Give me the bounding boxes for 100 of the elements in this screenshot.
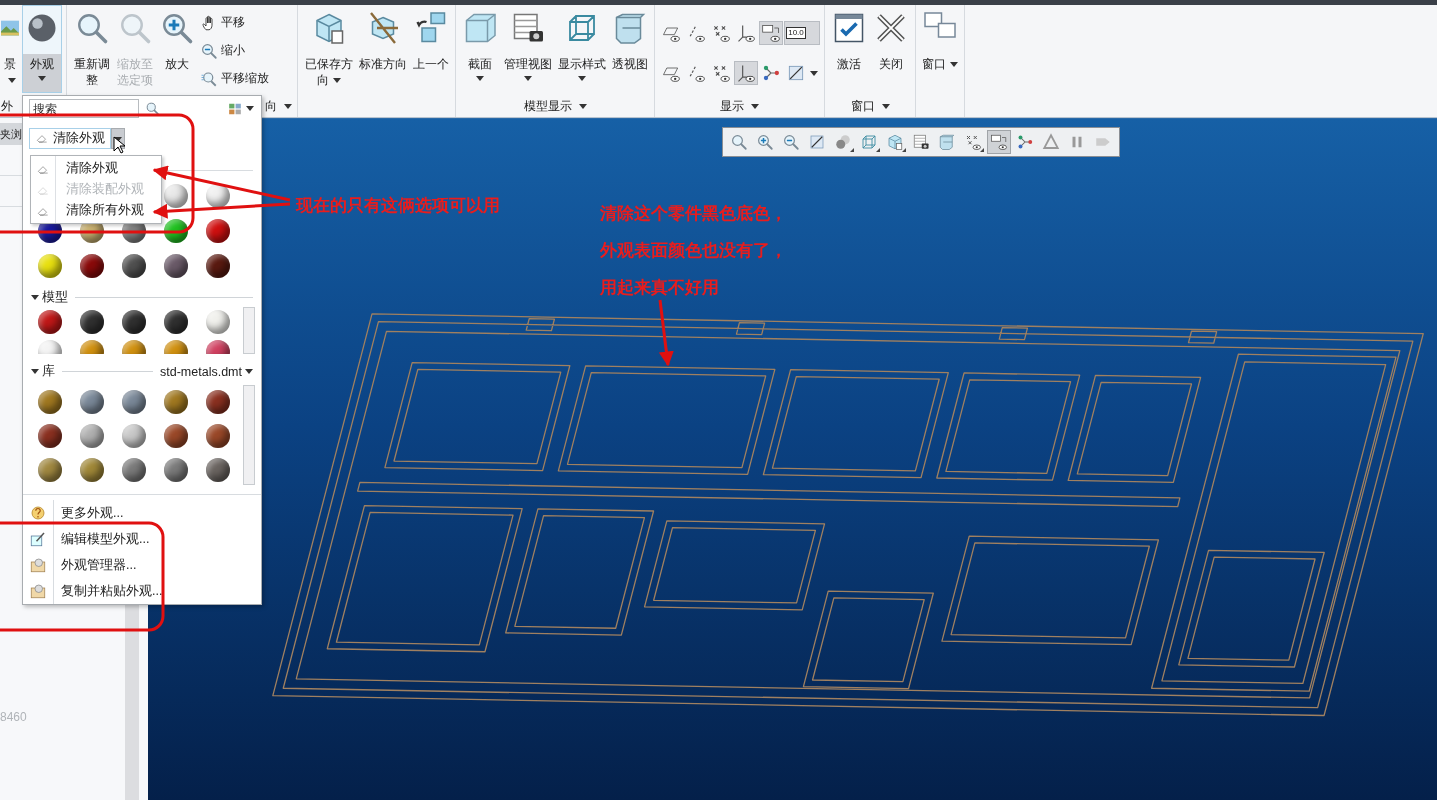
ribbon-button[interactable]: 激活 <box>829 5 870 93</box>
ribbon-button[interactable]: 平移 <box>199 10 272 35</box>
toggle-button[interactable] <box>734 61 759 85</box>
cursor-icon <box>113 136 125 154</box>
menu-item[interactable]: 清除所有外观 <box>31 200 161 221</box>
ribbon-button[interactable]: 截面 <box>460 5 501 93</box>
ribbon-button[interactable]: 窗口 <box>920 5 961 93</box>
caret-icon <box>8 78 16 84</box>
annotation-text: 现在的只有这俩选项可以用 <box>296 195 500 217</box>
annotation-arrow <box>658 299 674 367</box>
appearance-swatch[interactable] <box>206 218 230 243</box>
appearance-swatch[interactable] <box>80 389 104 414</box>
appearance-swatch[interactable] <box>122 423 146 448</box>
caret-icon[interactable] <box>31 294 39 300</box>
appearance-swatch[interactable] <box>80 309 104 334</box>
caret-icon <box>246 106 254 112</box>
appearance-swatch[interactable] <box>38 309 62 334</box>
menu-item[interactable]: 复制并粘贴外观... <box>23 578 261 604</box>
group-label-button[interactable]: 向 <box>264 96 293 116</box>
ribbon-button[interactable]: 已保存方向 <box>302 5 356 93</box>
appearance-swatch[interactable] <box>38 389 62 414</box>
group-label-button[interactable]: 模型显示 <box>522 96 588 116</box>
appearance-swatch[interactable] <box>80 253 104 278</box>
appearance-swatch[interactable] <box>206 253 230 278</box>
appearance-swatch[interactable] <box>122 389 146 414</box>
ribbon-button[interactable]: 景 <box>0 5 20 93</box>
appearance-swatch[interactable] <box>122 457 146 482</box>
appearance-swatch[interactable] <box>164 253 188 278</box>
folder-sphere-icon <box>29 582 47 600</box>
group-label-button[interactable]: 显示 <box>719 96 761 116</box>
box-eye-icon <box>990 133 1008 151</box>
ribbon-button[interactable]: 上一个 <box>411 5 452 93</box>
menu-item[interactable]: 外观管理器... <box>23 552 261 578</box>
ribbon-button[interactable]: 放大 <box>157 5 198 93</box>
section-title: 库 <box>42 363 55 381</box>
search-icon[interactable] <box>145 101 160 117</box>
menu-item[interactable]: 更多外观... <box>23 500 261 526</box>
ribbon-button[interactable]: 管理视图 <box>502 5 555 93</box>
caret-icon <box>578 76 587 81</box>
ribbon-button[interactable]: 透视图 <box>610 5 651 93</box>
appearance-swatch[interactable] <box>122 309 146 334</box>
ribbon-button[interactable]: 缩小 <box>199 38 272 63</box>
menu-item[interactable]: 清除外观 <box>31 158 161 179</box>
library-file-name[interactable]: std-metals.dmt <box>160 364 242 379</box>
appearance-swatch[interactable] <box>164 218 188 243</box>
appearance-swatch[interactable] <box>164 183 188 208</box>
appearance-swatch[interactable] <box>80 423 104 448</box>
ribbon-button[interactable]: 标准方向 <box>357 5 410 93</box>
appearance-swatch[interactable] <box>38 457 62 482</box>
appearance-swatch[interactable] <box>206 309 230 334</box>
appearance-swatch[interactable] <box>38 253 62 278</box>
appearance-swatch[interactable] <box>206 389 230 414</box>
appearance-swatch[interactable] <box>206 183 230 208</box>
zoom-out-icon <box>200 41 219 60</box>
appearance-swatch[interactable] <box>164 457 188 482</box>
caret-icon <box>881 103 890 109</box>
scroll-bar[interactable] <box>243 384 255 486</box>
appearance-swatch[interactable] <box>206 457 230 482</box>
caret-icon <box>38 76 46 81</box>
caret-icon <box>810 70 819 76</box>
toggle-button[interactable]: 10.0 <box>784 21 821 45</box>
caret-icon <box>578 103 587 109</box>
folder-sphere-icon <box>29 556 47 574</box>
caret-icon[interactable] <box>245 369 253 375</box>
zoom-in-icon <box>756 133 774 151</box>
caret-icon <box>332 78 341 84</box>
ribbon-button[interactable]: 平移缩放 <box>199 66 272 91</box>
group-label-button[interactable]: 窗口 <box>849 96 891 116</box>
magnifier-icon <box>730 133 748 151</box>
appearance-swatch[interactable] <box>164 389 188 414</box>
points-icon <box>711 63 732 83</box>
ribbon-button[interactable]: 显示样式 <box>556 5 609 93</box>
triangle-icon <box>1042 133 1060 151</box>
caret-icon <box>524 76 533 81</box>
appearance-swatch[interactable] <box>122 253 146 278</box>
caret-icon[interactable] <box>31 369 39 375</box>
appearance-swatch[interactable] <box>80 457 104 482</box>
brush-window-icon <box>29 530 47 548</box>
scroll-bar[interactable] <box>243 306 255 355</box>
caret-icon <box>950 62 959 68</box>
question-icon <box>29 504 47 522</box>
group-label-button[interactable]: 外 <box>0 96 14 116</box>
clear-appearance-button[interactable]: 清除外观 <box>29 127 111 150</box>
box-eye-icon <box>761 23 782 43</box>
nodes-icon <box>1016 133 1034 151</box>
cube-icon <box>886 133 904 151</box>
ribbon-button[interactable]: 外观 <box>22 5 62 93</box>
slash-square-icon <box>808 133 826 151</box>
annotation-text: 清除这个零件黑色底色，外观表面颜色也没有了，用起来真不好用 <box>600 203 788 299</box>
ribbon-button[interactable]: 重新调整 <box>71 5 113 93</box>
appearance-swatch[interactable] <box>164 423 188 448</box>
ribbon-button[interactable]: 关闭 <box>871 5 912 93</box>
toggle-button[interactable] <box>759 21 784 45</box>
points-icon <box>711 23 732 43</box>
appearance-swatch[interactable] <box>38 423 62 448</box>
appearance-swatch[interactable] <box>206 423 230 448</box>
glass-cube-icon <box>938 133 956 151</box>
status-text: 8460 <box>0 710 28 724</box>
menu-item[interactable]: 编辑模型外观... <box>23 526 261 552</box>
appearance-swatch[interactable] <box>164 309 188 334</box>
